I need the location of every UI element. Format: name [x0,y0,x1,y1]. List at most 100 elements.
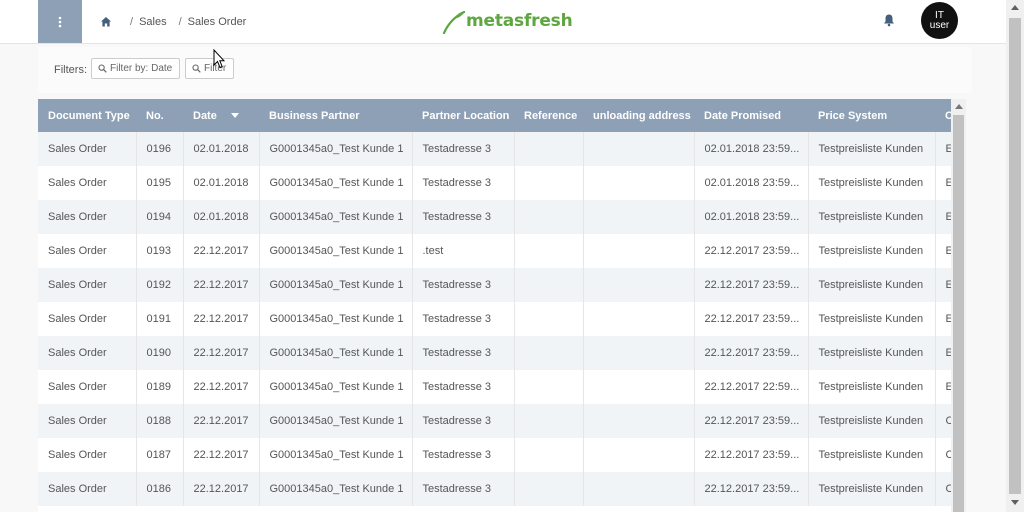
page-scrollbar[interactable] [1006,0,1024,512]
cell-document-type[interactable]: Sales Order [38,200,137,234]
cell-date[interactable]: 02.01.2018 [183,200,260,234]
table-row[interactable]: Sales Order 0187 22.12.2017 G0001345a0_Test… [38,438,951,472]
cell-no[interactable]: 0192 [136,268,184,302]
cell-reference[interactable] [514,268,584,302]
cell-price-system[interactable]: Testpreisliste Kunden [808,302,936,336]
cell-unloading-address[interactable] [583,370,695,404]
cell-document-type[interactable]: Sales Order [38,336,137,370]
page-scrollbar-thumb[interactable] [1009,18,1021,494]
cell-price-system[interactable]: Testpreisliste Kunden [808,132,936,166]
cell-business-partner[interactable]: G0001345a0_Test Kunde 1 [259,472,413,506]
cell-business-partner[interactable]: G0001345a0_Test Kunde 1 [259,132,413,166]
cell-unloading-address[interactable] [583,438,695,472]
cell-no[interactable]: 0188 [136,404,184,438]
cell-date[interactable]: 22.12.2017 [183,370,260,404]
cell-unloading-address[interactable] [583,200,695,234]
cell-document-type[interactable]: Sales Order [38,472,137,506]
cell-document-type[interactable]: Sales Order [38,404,137,438]
scroll-down-arrow-icon[interactable] [1011,500,1019,505]
cell-date-promised[interactable]: 22.12.2017 23:59... [694,404,809,438]
cell-date-promised[interactable]: 22.12.2017 22:59... [694,370,809,404]
cell-reference[interactable] [514,472,584,506]
cell-date-promised[interactable]: 02.01.2018 23:59... [694,166,809,200]
cell-reference[interactable] [514,370,584,404]
cell-document-type[interactable]: Sales Order [38,438,137,472]
cell-reference[interactable] [514,166,584,200]
cell-truncated[interactable]: C [935,438,951,472]
cell-no[interactable]: 0196 [136,132,184,166]
table-row[interactable]: Sales Order 0194 02.01.2018 G0001345a0_Test… [38,200,951,234]
cell-unloading-address[interactable] [583,234,695,268]
cell-partner-location[interactable]: Testadresse 3 [412,200,515,234]
cell-date[interactable]: 22.12.2017 [183,404,260,438]
cell-date-promised[interactable]: 22.12.2017 23:59... [694,234,809,268]
cell-document-type[interactable]: Sales Order [38,132,137,166]
cell-date-promised[interactable]: 22.12.2017 23:59... [694,438,809,472]
cell-price-system[interactable]: Testpreisliste Kunden [808,234,936,268]
cell-date[interactable]: 22.12.2017 [183,302,260,336]
cell-no[interactable]: 0195 [136,166,184,200]
cell-unloading-address[interactable] [583,336,695,370]
cell-business-partner[interactable]: G0001345a0_Test Kunde 1 [259,234,413,268]
cell-reference[interactable] [514,132,584,166]
user-avatar[interactable]: IT user [921,2,958,39]
cell-no[interactable]: 0187 [136,438,184,472]
cell-business-partner[interactable]: G0001345a0_Test Kunde 1 [259,166,413,200]
cell-partner-location[interactable]: Testadresse 3 [412,132,515,166]
cell-price-system[interactable]: Testpreisliste Kunden [808,438,936,472]
column-header-business-partner[interactable]: Business Partner [259,99,412,132]
cell-no[interactable]: 0190 [136,336,184,370]
cell-business-partner[interactable]: G0001345a0_Test Kunde 1 [259,336,413,370]
scroll-up-arrow-icon[interactable] [1011,5,1019,10]
cell-unloading-address[interactable] [583,268,695,302]
cell-date[interactable]: 22.12.2017 [183,268,260,302]
table-row[interactable]: Sales Order 0193 22.12.2017 G0001345a0_Test… [38,234,951,268]
cell-truncated[interactable]: C [935,472,951,506]
table-scrollbar-thumb[interactable] [953,115,964,512]
table-row[interactable]: Sales Order 0191 22.12.2017 G0001345a0_Test… [38,302,951,336]
table-row[interactable]: Sales Order 0196 02.01.2018 G0001345a0_Test… [38,132,951,166]
cell-no[interactable]: 0193 [136,234,184,268]
column-header-partner-location[interactable]: Partner Location [412,99,514,132]
cell-price-system[interactable]: Testpreisliste Kunden [808,472,936,506]
filter-button[interactable]: Filter [185,58,235,79]
menu-button[interactable] [38,0,82,43]
bell-icon[interactable] [882,13,896,27]
cell-document-type[interactable]: Sales Order [38,166,137,200]
cell-no[interactable]: 0191 [136,302,184,336]
cell-business-partner[interactable]: G0001345a0_Test Kunde 1 [259,370,413,404]
cell-no[interactable]: 0189 [136,370,184,404]
cell-price-system[interactable]: Testpreisliste Kunden [808,268,936,302]
cell-truncated[interactable]: C [935,404,951,438]
cell-business-partner[interactable]: G0001345a0_Test Kunde 1 [259,200,413,234]
cell-date-promised[interactable]: 02.01.2018 23:59... [694,132,809,166]
cell-no[interactable]: 0186 [136,472,184,506]
cell-truncated[interactable]: E [935,200,951,234]
cell-no[interactable]: 0194 [136,200,184,234]
cell-truncated[interactable]: E [935,234,951,268]
column-header-no[interactable]: No. [136,99,183,132]
cell-reference[interactable] [514,336,584,370]
cell-date-promised[interactable]: 22.12.2017 23:59... [694,336,809,370]
cell-unloading-address[interactable] [583,302,695,336]
cell-date-promised[interactable]: 22.12.2017 23:59... [694,472,809,506]
cell-reference[interactable] [514,438,584,472]
cell-partner-location[interactable]: Testadresse 3 [412,438,515,472]
cell-business-partner[interactable]: G0001345a0_Test Kunde 1 [259,438,413,472]
cell-date-promised[interactable]: 22.12.2017 23:59... [694,268,809,302]
column-header-date-promised[interactable]: Date Promised [694,99,808,132]
cell-price-system[interactable]: Testpreisliste Kunden [808,404,936,438]
cell-date[interactable]: 22.12.2017 [183,336,260,370]
filter-by-date-button[interactable]: Filter by: Date [91,58,181,79]
column-header-truncated[interactable]: C [935,99,951,132]
cell-partner-location[interactable]: .test [412,234,515,268]
cell-date[interactable]: 02.01.2018 [183,166,260,200]
cell-document-type[interactable]: Sales Order [38,268,137,302]
breadcrumb-sales-order[interactable]: Sales Order [188,16,247,28]
column-header-document-type[interactable]: Document Type [38,99,136,132]
cell-truncated[interactable]: E [935,336,951,370]
home-icon[interactable] [100,16,112,28]
column-header-reference[interactable]: Reference [514,99,583,132]
cell-reference[interactable] [514,404,584,438]
cell-unloading-address[interactable] [583,472,695,506]
